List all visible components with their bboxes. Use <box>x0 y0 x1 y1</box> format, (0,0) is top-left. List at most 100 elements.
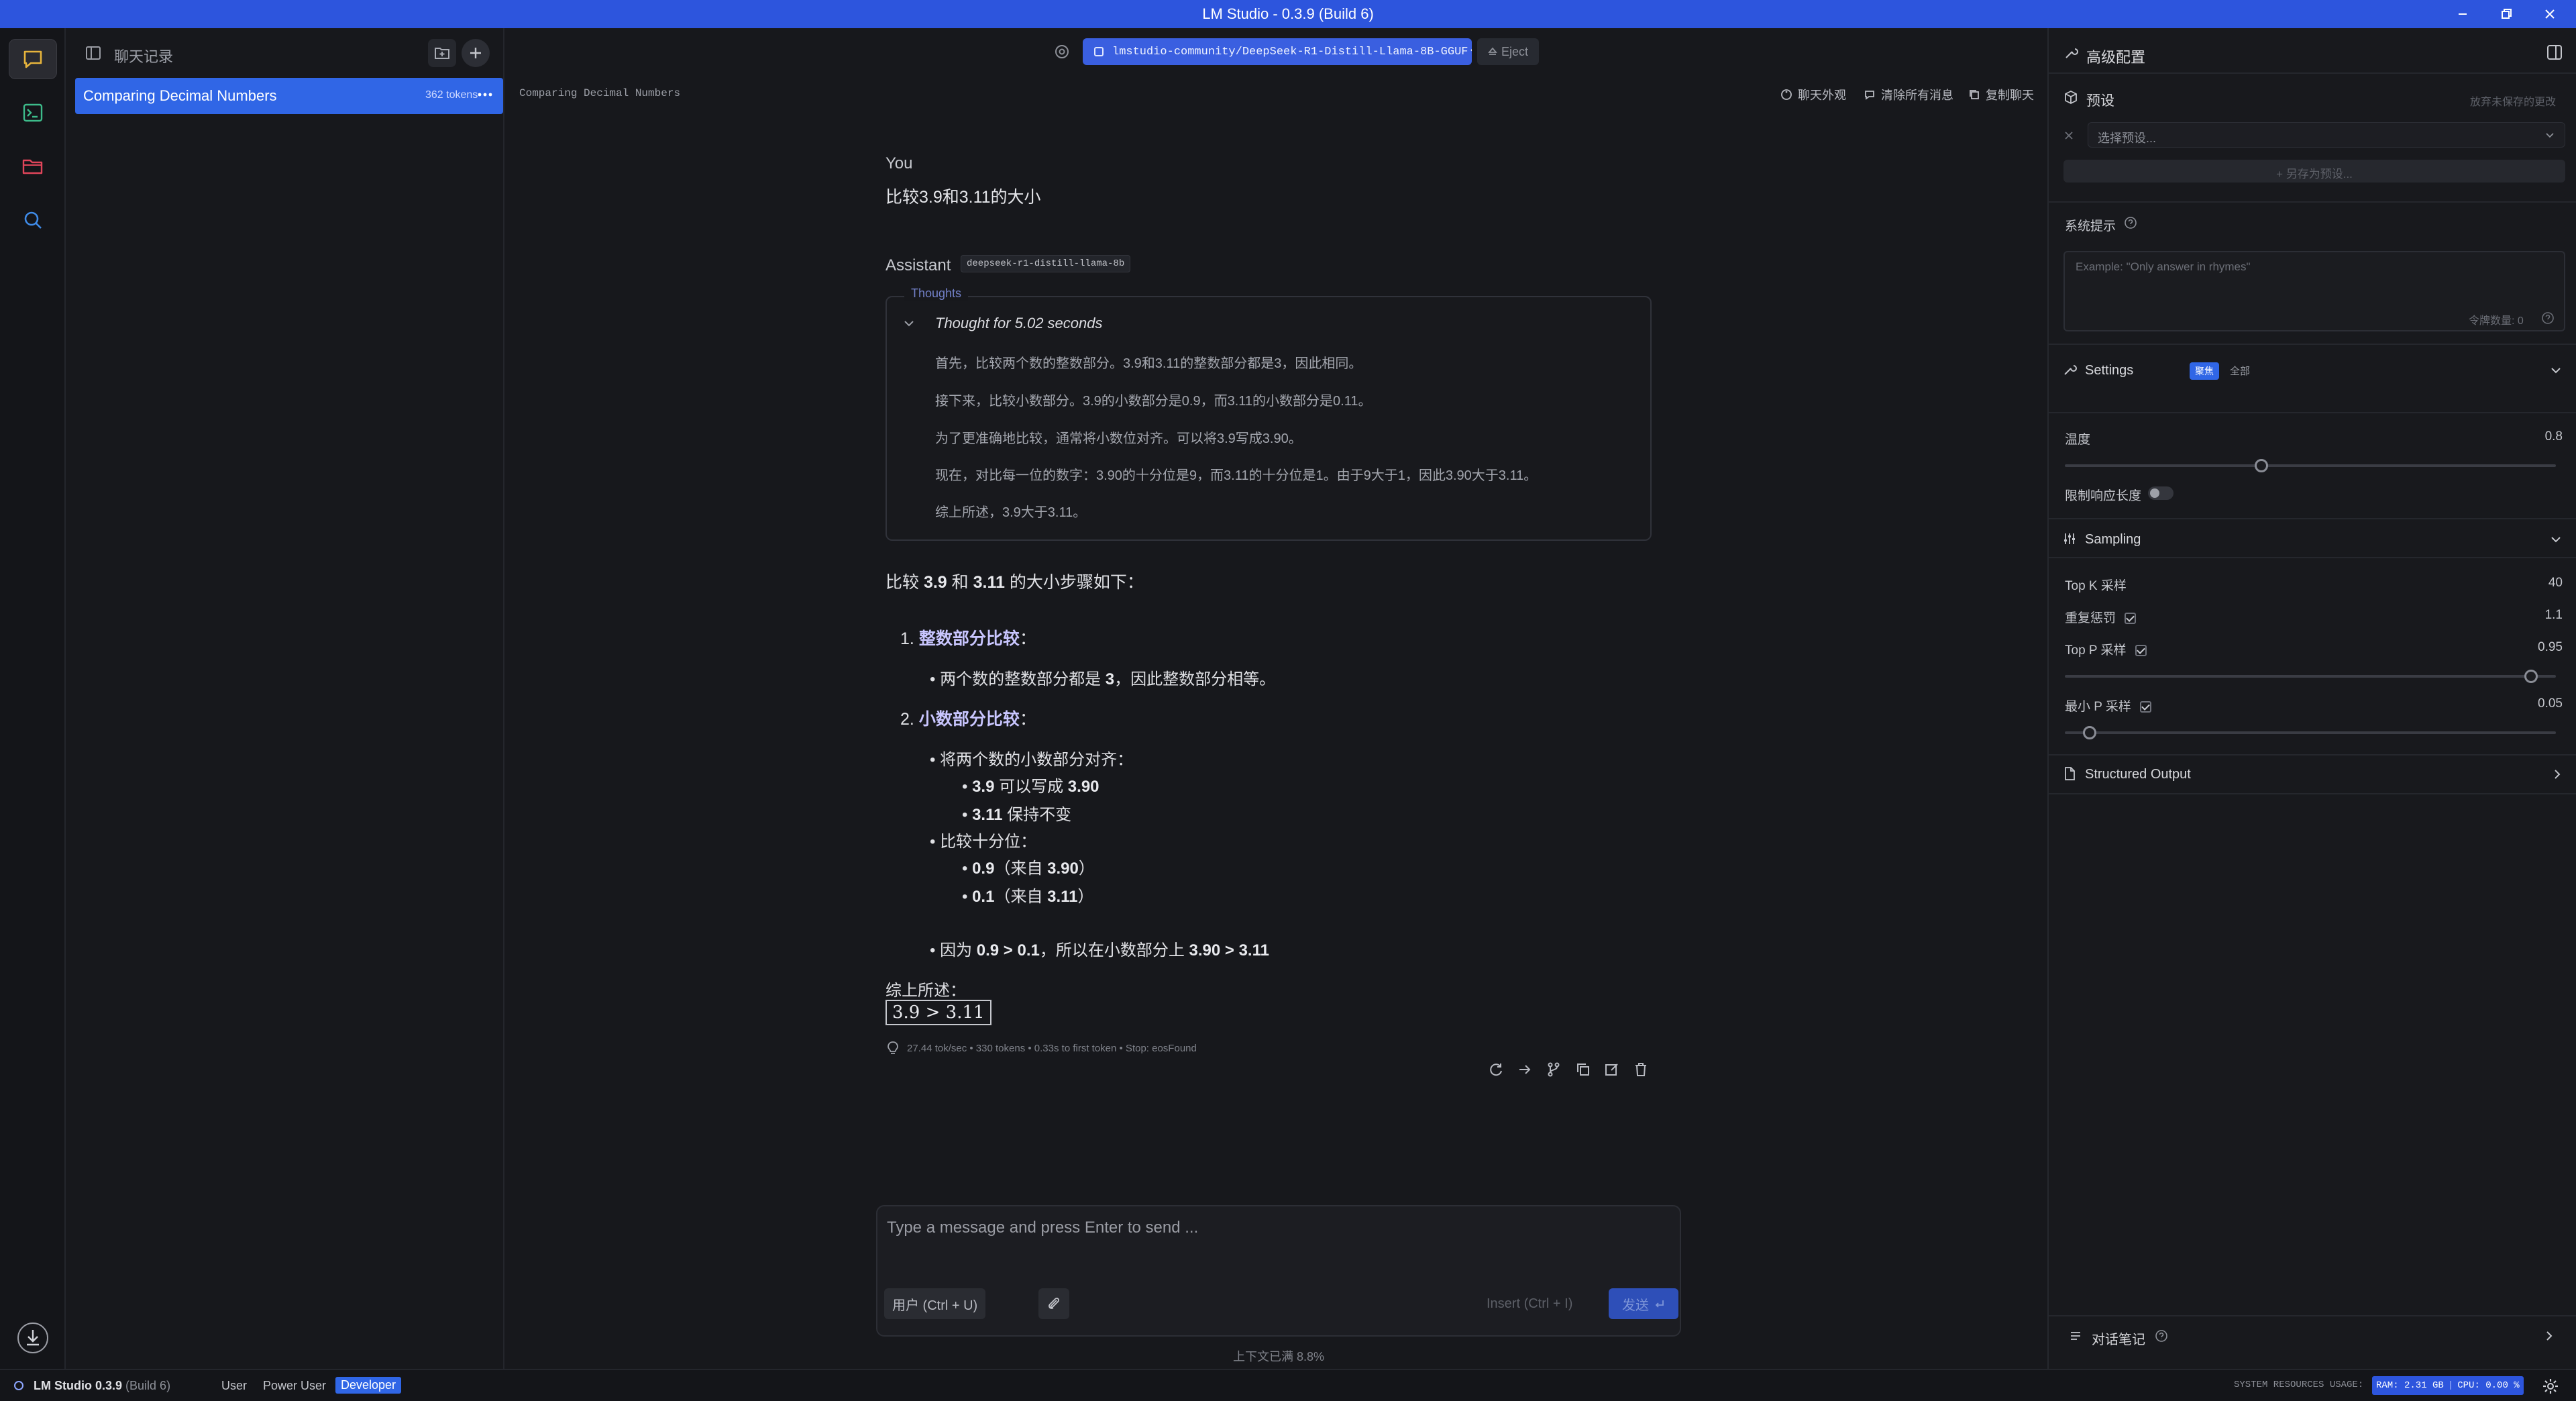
edit-icon[interactable] <box>1603 1061 1621 1078</box>
developer-nav-button[interactable] <box>9 93 57 133</box>
copy-message-icon[interactable] <box>1574 1061 1592 1078</box>
chat-appearance-button[interactable]: 聊天外观 <box>1780 86 1846 103</box>
eject-button[interactable]: Eject <box>1477 38 1539 65</box>
temperature-slider-knob[interactable] <box>2254 459 2268 472</box>
discard-changes-link[interactable]: 放弃未保存的更改 <box>2470 93 2556 109</box>
topp-value: 0.95 <box>2538 640 2563 654</box>
minp-checkbox[interactable] <box>2140 701 2152 713</box>
delete-icon[interactable] <box>1632 1061 1650 1078</box>
temperature-slider[interactable] <box>2065 464 2556 467</box>
minimize-icon[interactable] <box>2453 4 2473 24</box>
settings-gear-icon[interactable] <box>2541 1377 2560 1396</box>
list-item-text: ） <box>1078 860 1095 878</box>
mode-power-user[interactable]: Power User <box>263 1379 326 1393</box>
mode-developer[interactable]: Developer <box>335 1377 402 1394</box>
list-item-text: （来自 <box>994 860 1048 878</box>
list-item-text: ，所以在小数部分上 <box>1039 941 1189 959</box>
save-preset-button[interactable]: + 另存为预设... <box>2063 160 2565 183</box>
conversation-notes-header[interactable]: 对话笔记 <box>2061 1319 2571 1353</box>
attach-button[interactable] <box>1038 1288 1069 1319</box>
list-item-bold: 0.1 <box>972 888 995 906</box>
thought-line: 接下来，比较小数部分。3.9的小数部分是0.9，而3.11的小数部分是0.11。 <box>935 394 1372 409</box>
settings-small-icon[interactable] <box>1052 42 1072 62</box>
list-item: • 3.9 可以写成 3.90 <box>962 778 1099 796</box>
minp-slider-knob[interactable] <box>2082 726 2096 739</box>
list-number: 2. <box>900 710 914 729</box>
chat-nav-button[interactable] <box>9 39 57 79</box>
minp-value: 0.05 <box>2538 696 2563 711</box>
chat-item-tokens: 362 tokens <box>425 89 478 101</box>
repeat-penalty-label: 重复惩罚 <box>2065 608 2137 626</box>
branch-icon[interactable] <box>1545 1061 1562 1078</box>
repeat-penalty-value[interactable]: 1.1 <box>2518 608 2563 623</box>
models-nav-button[interactable] <box>9 146 57 187</box>
message-placeholder: Type a message and press Enter to send .… <box>887 1218 1199 1237</box>
topp-slider[interactable] <box>2065 675 2556 678</box>
new-chat-button[interactable] <box>462 39 490 67</box>
plus-icon <box>468 45 484 61</box>
message-input[interactable]: Type a message and press Enter to send .… <box>876 1205 1681 1337</box>
settings-section-header[interactable]: Settings 聚焦 全部 <box>2061 354 2571 388</box>
model-icon <box>1093 46 1104 57</box>
app-version: LM Studio 0.3.9 (Build 6) <box>34 1379 170 1393</box>
window-title: LM Studio - 0.3.9 (Build 6) <box>1202 5 1374 22</box>
thought-line: 为了更准确地比较，通常将小数位对齐。可以将3.9写成3.90。 <box>935 431 1302 446</box>
sidebar-toggle-icon[interactable] <box>85 44 102 62</box>
insert-button[interactable]: Insert (Ctrl + I) <box>1487 1296 1572 1312</box>
chat-history-title: 聊天记录 <box>114 48 174 65</box>
focus-tab[interactable]: 聚焦 <box>2190 362 2219 380</box>
restore-icon[interactable] <box>2496 4 2516 24</box>
answer-intro-text: 比较 <box>885 573 924 592</box>
downloads-button[interactable] <box>9 1318 57 1358</box>
sampling-section-header[interactable]: Sampling <box>2061 522 2571 556</box>
topk-value[interactable]: 40 <box>2518 576 2563 590</box>
settings-label: Settings <box>2085 363 2134 378</box>
continue-icon[interactable] <box>1516 1061 1534 1078</box>
app-version-build: (Build 6) <box>125 1379 171 1392</box>
clear-messages-label: 清除所有消息 <box>1881 89 1953 102</box>
list-item-text: 因为 <box>940 941 977 959</box>
list-item: • 两个数的整数部分都是 3，因此整数部分相等。 <box>930 670 1276 688</box>
clear-preset-icon[interactable] <box>2063 130 2074 141</box>
search-nav-button[interactable] <box>9 200 57 240</box>
preset-select[interactable]: 选择预设... <box>2088 122 2565 148</box>
temperature-label: 温度 <box>2065 433 2091 447</box>
enter-icon <box>1654 1298 1665 1309</box>
thought-line: 现在，对比每一位的数字：3.90的十分位是9，而3.11的十分位是1。由于9大于… <box>935 468 1538 483</box>
regenerate-icon[interactable] <box>1487 1061 1505 1078</box>
repeat-penalty-checkbox[interactable] <box>2125 613 2137 625</box>
all-tab[interactable]: 全部 <box>2230 364 2250 378</box>
list-item: • 3.11 保持不变 <box>962 806 1072 824</box>
user-role-label: You <box>885 154 913 172</box>
copy-icon <box>1968 89 1980 101</box>
list-item: • 因为 0.9 > 0.1，所以在小数部分上 3.90 > 3.11 <box>930 941 1269 959</box>
structured-output-header[interactable]: Structured Output <box>2061 757 2571 792</box>
send-button[interactable]: 发送 <box>1609 1288 1678 1319</box>
mode-user[interactable]: User <box>221 1379 247 1393</box>
collapse-panel-icon[interactable] <box>2545 43 2564 62</box>
limit-length-toggle[interactable] <box>2148 486 2174 500</box>
system-prompt-input[interactable]: Example: "Only answer in rhymes" 令牌数量: 0 <box>2063 251 2565 331</box>
chat-item[interactable]: Comparing Decimal Numbers 362 tokens <box>75 78 503 114</box>
role-toggle-button[interactable]: 用户 (Ctrl + U) <box>884 1288 986 1319</box>
step-colon: ： <box>1019 629 1036 648</box>
new-folder-button[interactable] <box>428 39 456 67</box>
user-message: 比较3.9和3.11的大小 <box>885 188 1041 207</box>
copy-chat-button[interactable]: 复制聊天 <box>1968 86 2034 103</box>
clear-icon <box>1864 89 1876 101</box>
help-icon[interactable] <box>2541 311 2555 325</box>
topp-checkbox[interactable] <box>2135 645 2147 657</box>
chat-item-title: Comparing Decimal Numbers <box>83 87 277 104</box>
model-selector[interactable]: lmstudio-community/DeepSeek-R1-Distill-L… <box>1083 38 1472 65</box>
help-icon[interactable] <box>2155 1329 2168 1343</box>
list-item-bold: 0.9 <box>972 860 995 878</box>
topp-slider-knob[interactable] <box>2524 670 2538 683</box>
collapse-thoughts-icon[interactable] <box>902 316 916 331</box>
minp-label: 最小 P 采样 <box>2065 696 2152 715</box>
close-icon[interactable] <box>2540 4 2560 24</box>
minp-slider[interactable] <box>2065 731 2556 734</box>
chevron-down-icon <box>1468 46 1472 58</box>
clear-messages-button[interactable]: 清除所有消息 <box>1864 86 1953 103</box>
more-options-icon[interactable] <box>475 85 495 105</box>
help-icon[interactable] <box>2124 216 2137 229</box>
